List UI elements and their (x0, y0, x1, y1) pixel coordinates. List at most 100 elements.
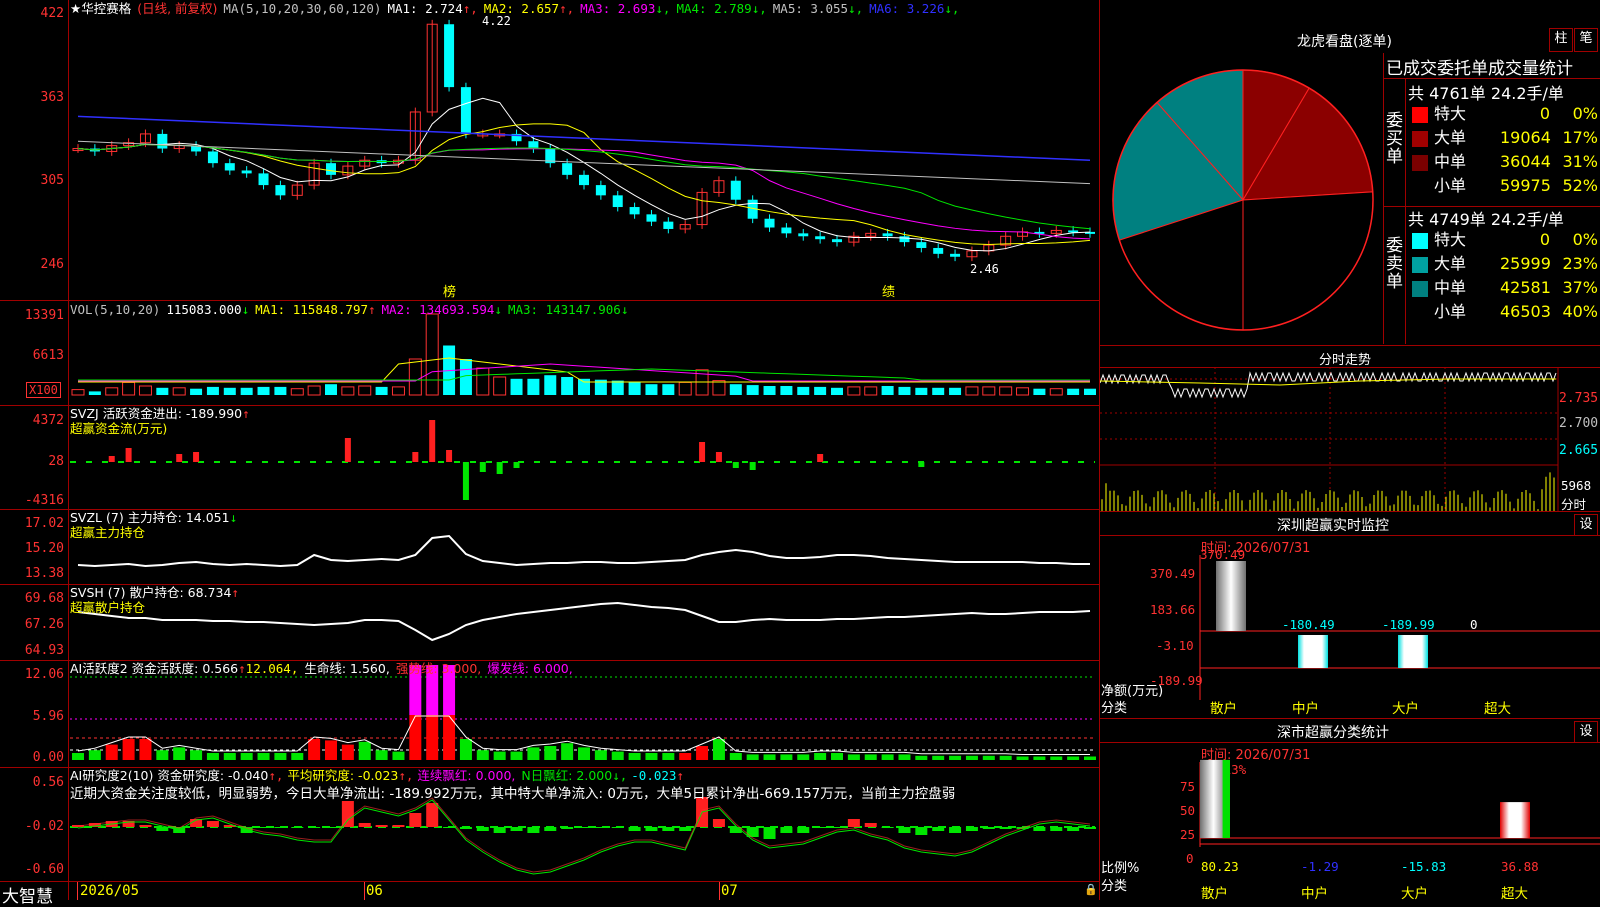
class-bar (1200, 759, 1230, 838)
flow-bar (193, 452, 200, 462)
candle (528, 141, 539, 149)
research-bar (1067, 827, 1080, 831)
volume-bar (325, 384, 337, 395)
sz-axis-label: 183.66 (1150, 602, 1196, 617)
svzj-axis-label: 28 (48, 454, 64, 469)
activity-bar (915, 755, 928, 760)
bar-value-label: 36.88 (1501, 859, 1539, 874)
research-bar (578, 827, 590, 828)
research-bar (476, 827, 489, 831)
volume-bar (881, 386, 894, 395)
research-bar (1084, 827, 1096, 829)
volume-bar (678, 381, 692, 396)
activity-bar (696, 746, 709, 760)
order-type: 特大 (1434, 104, 1467, 123)
ai-research-title: AI研究度2(10) 资金研究度: -0.040 (70, 768, 269, 783)
activity-bar (173, 747, 186, 760)
column-view-button[interactable]: 柱 (1549, 28, 1573, 52)
order-type: 中单 (1434, 152, 1467, 171)
order-percent: 17% (1562, 128, 1598, 147)
volume-bar (780, 386, 793, 395)
vol-header: VOL(5,10,20) 115083.000↓ MA1: 115848.797↑ M… (70, 302, 634, 318)
candle (562, 163, 573, 175)
flow-bar (125, 448, 132, 462)
volume-bar (223, 387, 236, 395)
ai-active-axis-label: 12.06 (24, 667, 64, 682)
order-percent: 0% (1572, 104, 1598, 123)
sz-axis-label: 370.49 (1150, 566, 1196, 581)
vol-ma2: MA2: 134693.594 (381, 302, 495, 317)
activity-bar (190, 750, 203, 760)
volume-bar (358, 385, 372, 396)
order-volume: 0 (1539, 104, 1550, 123)
research-bar (814, 827, 827, 828)
volume-bar (662, 384, 675, 395)
activity-bar (426, 715, 439, 760)
research-bar (611, 827, 624, 828)
monitor-bar (1216, 561, 1246, 631)
svsh-axis-label: 69.68 (24, 591, 64, 606)
volume-bar (206, 386, 219, 395)
intraday-chart[interactable] (1100, 367, 1600, 512)
candle (950, 253, 961, 257)
volume-bar (847, 386, 861, 396)
legend-swatch (1412, 155, 1428, 171)
volume-bar (510, 378, 523, 395)
ai-active-axis-label: 0.00 (32, 750, 64, 765)
research-bar (831, 827, 843, 828)
volume-bar (611, 380, 624, 395)
order-volume: 59975 (1500, 176, 1551, 195)
research-bar (594, 827, 607, 828)
svzl-axis-label: 17.02 (24, 516, 64, 531)
candle (1068, 230, 1079, 233)
candle (258, 173, 269, 186)
vol-unit[interactable]: X100 (26, 382, 61, 398)
activity-bar (392, 751, 405, 760)
order-percent: 40% (1562, 302, 1598, 321)
flow-bar (429, 420, 436, 462)
sz-class-settings-button[interactable]: 设 (1574, 721, 1598, 743)
vol-ma1: MA1: 115848.797 (255, 302, 368, 317)
flow-bar (412, 452, 419, 462)
cls-axis-label: 25 (1180, 827, 1196, 842)
lock-icon[interactable]: 🔒 (1084, 883, 1098, 896)
flow-bar (817, 454, 824, 462)
monitor-bar (1398, 635, 1428, 668)
arrow: ↓ (229, 510, 238, 525)
candle (207, 151, 218, 164)
activity-bar (105, 744, 118, 760)
activity-bar (814, 753, 827, 760)
order-percent: 37% (1562, 278, 1598, 297)
sz-axis-label: -3.10 (1156, 638, 1194, 653)
vol-ma-line (78, 363, 1090, 382)
volume-bar (71, 389, 85, 396)
holding-line (77, 534, 1090, 568)
legend-swatch (1412, 179, 1428, 195)
ai-active-title: AI活跃度2 资金活跃度: 0.566 (70, 661, 239, 676)
activity-bar (611, 751, 624, 760)
research-bar (1033, 827, 1046, 831)
ai-research-red: 连续飘红: 0.000, (417, 768, 516, 783)
research-bar (257, 827, 270, 828)
chart-area[interactable]: ★华控赛格 (日线, 前复权) MA(5,10,20,30,60,120) MA1: … (0, 0, 1100, 907)
activity-bar (712, 739, 725, 760)
research-bar (797, 827, 810, 833)
date-label: 2026/05 (80, 883, 140, 899)
research-bar (915, 827, 928, 835)
category-label: 超大 (1501, 886, 1528, 902)
svsh-title: SVSH (7) 散户持仓: 68.734 (70, 585, 232, 600)
activity-bar (375, 750, 388, 760)
tick-view-button[interactable]: 笔 (1574, 28, 1598, 52)
volume-bar (729, 384, 742, 395)
volume-bar (712, 380, 726, 396)
activity-bar (932, 755, 945, 760)
category-label: 中户 (1292, 701, 1319, 717)
research-bar (443, 827, 456, 828)
category-label: 大户 (1392, 701, 1419, 717)
candle (730, 180, 741, 200)
sz-monitor-settings-button[interactable]: 设 (1574, 514, 1598, 536)
order-volume: 46503 (1500, 302, 1551, 321)
arrow: ↓ (241, 302, 250, 317)
research-bar (864, 823, 877, 827)
volume-bar (1033, 388, 1046, 395)
